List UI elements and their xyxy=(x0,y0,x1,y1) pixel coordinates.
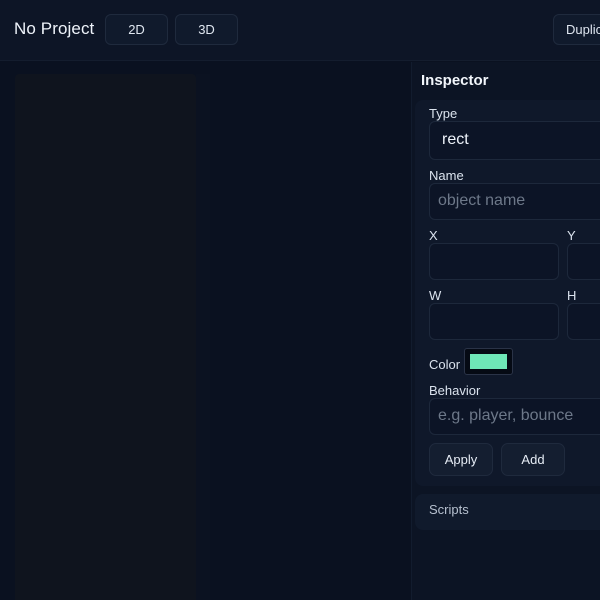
mode-2d-button[interactable]: 2D xyxy=(105,14,168,45)
w-input[interactable] xyxy=(429,303,559,340)
scripts-label: Scripts xyxy=(429,502,469,517)
name-label: Name xyxy=(429,168,464,183)
color-picker[interactable] xyxy=(464,348,513,375)
mode-3d-button[interactable]: 3D xyxy=(175,14,238,45)
color-swatch xyxy=(470,354,507,369)
inspector-title: Inspector xyxy=(421,72,489,89)
type-value: rect xyxy=(442,131,469,148)
object-list-panel[interactable] xyxy=(15,74,196,600)
apply-button[interactable]: Apply xyxy=(429,443,493,476)
editor-app: No Project 2D 3D Duplic Inspector Type r… xyxy=(0,0,600,600)
type-label: Type xyxy=(429,106,458,121)
name-placeholder: object name xyxy=(438,192,526,209)
top-toolbar: No Project 2D 3D Duplic xyxy=(0,0,600,61)
w-label: W xyxy=(429,288,442,303)
add-button[interactable]: Add xyxy=(501,443,565,476)
behavior-placeholder: e.g. player, bounce xyxy=(438,407,574,424)
y-input[interactable] xyxy=(567,243,600,280)
duplicate-button[interactable]: Duplic xyxy=(553,14,600,45)
y-label: Y xyxy=(567,228,576,243)
h-label: H xyxy=(567,288,577,303)
project-title: No Project xyxy=(14,19,95,38)
behavior-label: Behavior xyxy=(429,383,481,398)
x-input[interactable] xyxy=(429,243,559,280)
h-input[interactable] xyxy=(567,303,600,340)
canvas-area[interactable] xyxy=(196,74,210,600)
x-label: X xyxy=(429,228,438,243)
color-label: Color xyxy=(429,357,461,372)
